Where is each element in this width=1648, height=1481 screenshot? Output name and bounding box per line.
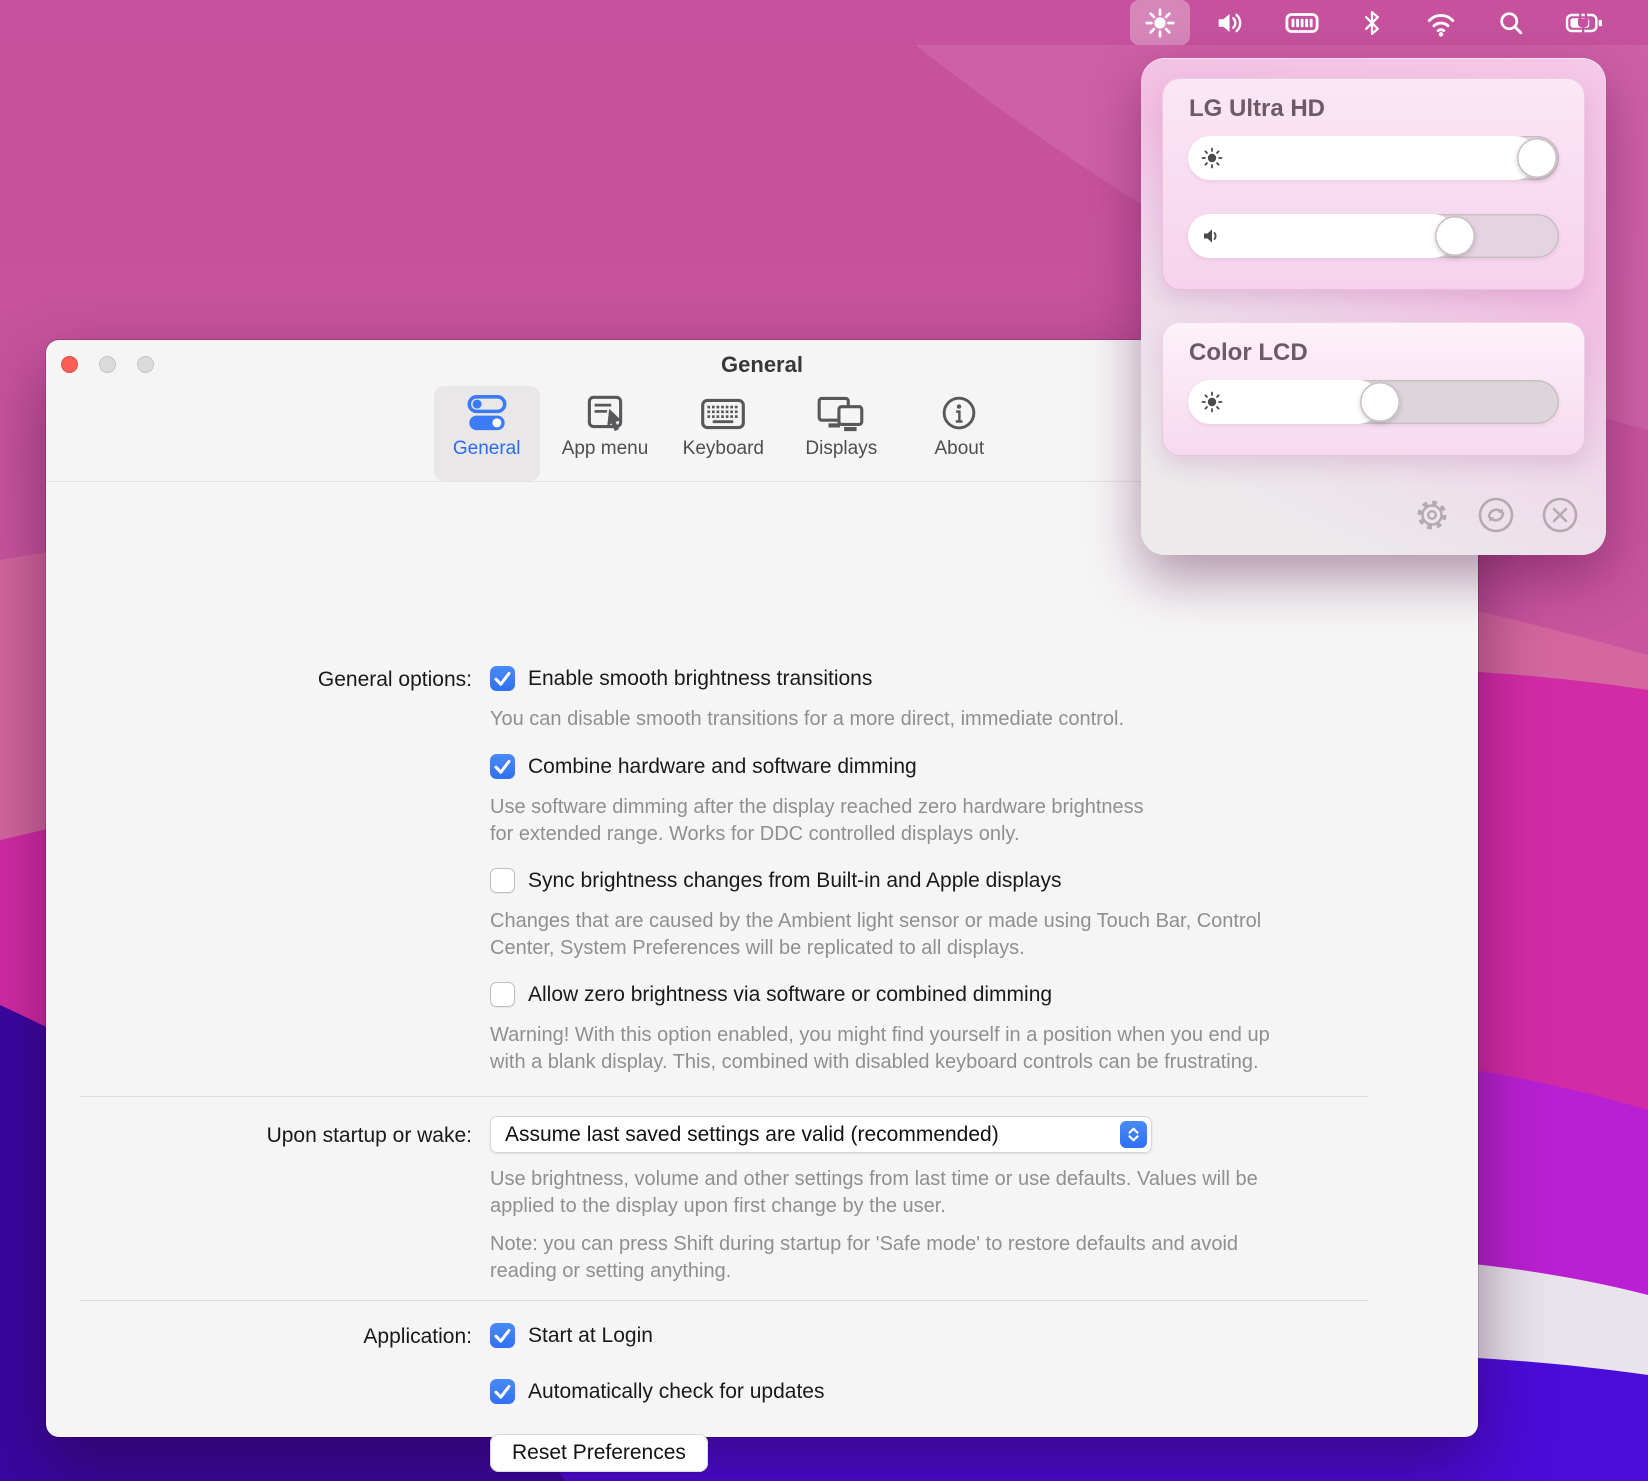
checkbox-label[interactable]: Allow zero brightness via software or co… (528, 983, 1052, 1007)
restart-button[interactable] (1476, 495, 1516, 535)
volume-slider-lg[interactable] (1188, 214, 1559, 258)
reset-preferences-button[interactable]: Reset Preferences (490, 1434, 708, 1472)
tab-label: Keyboard (683, 438, 764, 460)
settings-gear-button[interactable] (1412, 495, 1452, 535)
tab-displays[interactable]: Displays (788, 386, 894, 481)
option-combine-dimming: Combine hardware and software dimming (490, 754, 917, 779)
option-sync-brightness: Sync brightness changes from Built-in an… (490, 868, 1061, 893)
bluetooth-menu-icon[interactable] (1344, 0, 1400, 45)
check-icon (490, 1323, 515, 1348)
battery-menu-icon[interactable] (1550, 0, 1620, 45)
slider-knob[interactable] (1517, 138, 1557, 178)
display-name: Color LCD (1189, 339, 1308, 367)
tab-label: Displays (805, 438, 877, 460)
speaker-icon (1213, 6, 1247, 40)
checkbox-label[interactable]: Sync brightness changes from Built-in an… (528, 869, 1061, 893)
displays-popover: LG Ultra HD (1141, 58, 1606, 555)
menu-bar (0, 0, 1648, 45)
option-smooth-transitions: Enable smooth brightness transitions (490, 666, 872, 691)
magnifier-icon (1495, 6, 1527, 40)
gear-icon (1412, 495, 1452, 535)
application-label: Application: (46, 1325, 472, 1349)
brightness-menu-icon[interactable] (1130, 0, 1190, 45)
sun-icon (1143, 6, 1177, 40)
display-card-lg-ultra-hd: LG Ultra HD (1162, 78, 1585, 290)
check-icon (490, 1379, 515, 1404)
slider-knob[interactable] (1360, 382, 1400, 422)
tab-label: General (453, 438, 521, 460)
popover-actions (1412, 495, 1580, 535)
keyboard-icon (698, 393, 748, 435)
info-icon (936, 393, 982, 435)
refresh-icon (1476, 495, 1516, 535)
section-divider (80, 1300, 1368, 1301)
slider-fill (1188, 214, 1455, 258)
displays-icon (814, 393, 868, 435)
startup-label: Upon startup or wake: (46, 1124, 472, 1148)
tab-label: App menu (562, 438, 649, 460)
search-menu-icon[interactable] (1482, 0, 1540, 45)
startup-description: Use brightness, volume and other setting… (490, 1166, 1258, 1219)
close-popover-button[interactable] (1540, 495, 1580, 535)
checkbox-auto-updates[interactable] (490, 1379, 515, 1404)
tab-general[interactable]: General (434, 386, 540, 481)
section-divider (80, 1096, 1368, 1097)
checkbox-zero-brightness[interactable] (490, 982, 515, 1007)
keyboard-backlight-menu-icon[interactable] (1270, 0, 1334, 45)
startup-note: Note: you can press Shift during startup… (490, 1231, 1238, 1284)
general-options-label: General options: (46, 668, 472, 692)
checkbox-combine-dimming[interactable] (490, 754, 515, 779)
check-icon (490, 666, 515, 691)
tab-app-menu[interactable]: App menu (552, 386, 659, 481)
wifi-icon (1423, 6, 1459, 40)
bluetooth-icon (1357, 6, 1387, 40)
check-icon (490, 754, 515, 779)
brightness-slider-lg[interactable] (1188, 136, 1559, 180)
tab-label: About (934, 438, 984, 460)
backlight-gauge-icon (1283, 6, 1321, 40)
sun-icon (1201, 147, 1223, 169)
checkbox-label[interactable]: Enable smooth brightness transitions (528, 667, 872, 691)
battery-charging-icon (1563, 6, 1607, 40)
option-description: You can disable smooth transitions for a… (490, 706, 1124, 733)
option-description: Changes that are caused by the Ambient l… (490, 908, 1261, 961)
checkbox-smooth-transitions[interactable] (490, 666, 515, 691)
checkbox-start-at-login[interactable] (490, 1323, 515, 1348)
checkbox-sync-brightness[interactable] (490, 868, 515, 893)
brightness-slider-lcd[interactable] (1188, 380, 1559, 424)
option-auto-updates: Automatically check for updates (490, 1379, 824, 1404)
tab-keyboard[interactable]: Keyboard (670, 386, 776, 481)
display-card-color-lcd: Color LCD (1162, 322, 1585, 456)
dropdown-value: Assume last saved settings are valid (re… (490, 1123, 999, 1147)
sun-icon (1201, 391, 1223, 413)
display-name: LG Ultra HD (1189, 95, 1325, 123)
volume-menu-icon[interactable] (1200, 0, 1260, 45)
option-description: Warning! With this option enabled, you m… (490, 1022, 1270, 1075)
checkbox-label[interactable]: Start at Login (528, 1324, 653, 1348)
desktop: { "colors": { "accent_blue": "#2f70f1", … (0, 0, 1648, 1481)
chevron-up-down-icon (1120, 1121, 1147, 1148)
speaker-icon (1201, 225, 1223, 247)
toggles-icon (462, 393, 512, 435)
option-zero-brightness: Allow zero brightness via software or co… (490, 982, 1052, 1007)
option-start-at-login: Start at Login (490, 1323, 653, 1348)
slider-knob[interactable] (1435, 216, 1475, 256)
slider-fill (1188, 136, 1537, 180)
window-content: General options: Enable smooth brightnes… (46, 482, 1478, 1437)
checkbox-label[interactable]: Automatically check for updates (528, 1380, 824, 1404)
close-icon (1540, 495, 1580, 535)
tab-about[interactable]: About (906, 386, 1012, 481)
checkbox-label[interactable]: Combine hardware and software dimming (528, 755, 917, 779)
startup-mode-dropdown[interactable]: Assume last saved settings are valid (re… (490, 1116, 1152, 1153)
app-menu-icon (580, 393, 630, 435)
option-description: Use software dimming after the display r… (490, 794, 1144, 847)
wifi-menu-icon[interactable] (1410, 0, 1472, 45)
